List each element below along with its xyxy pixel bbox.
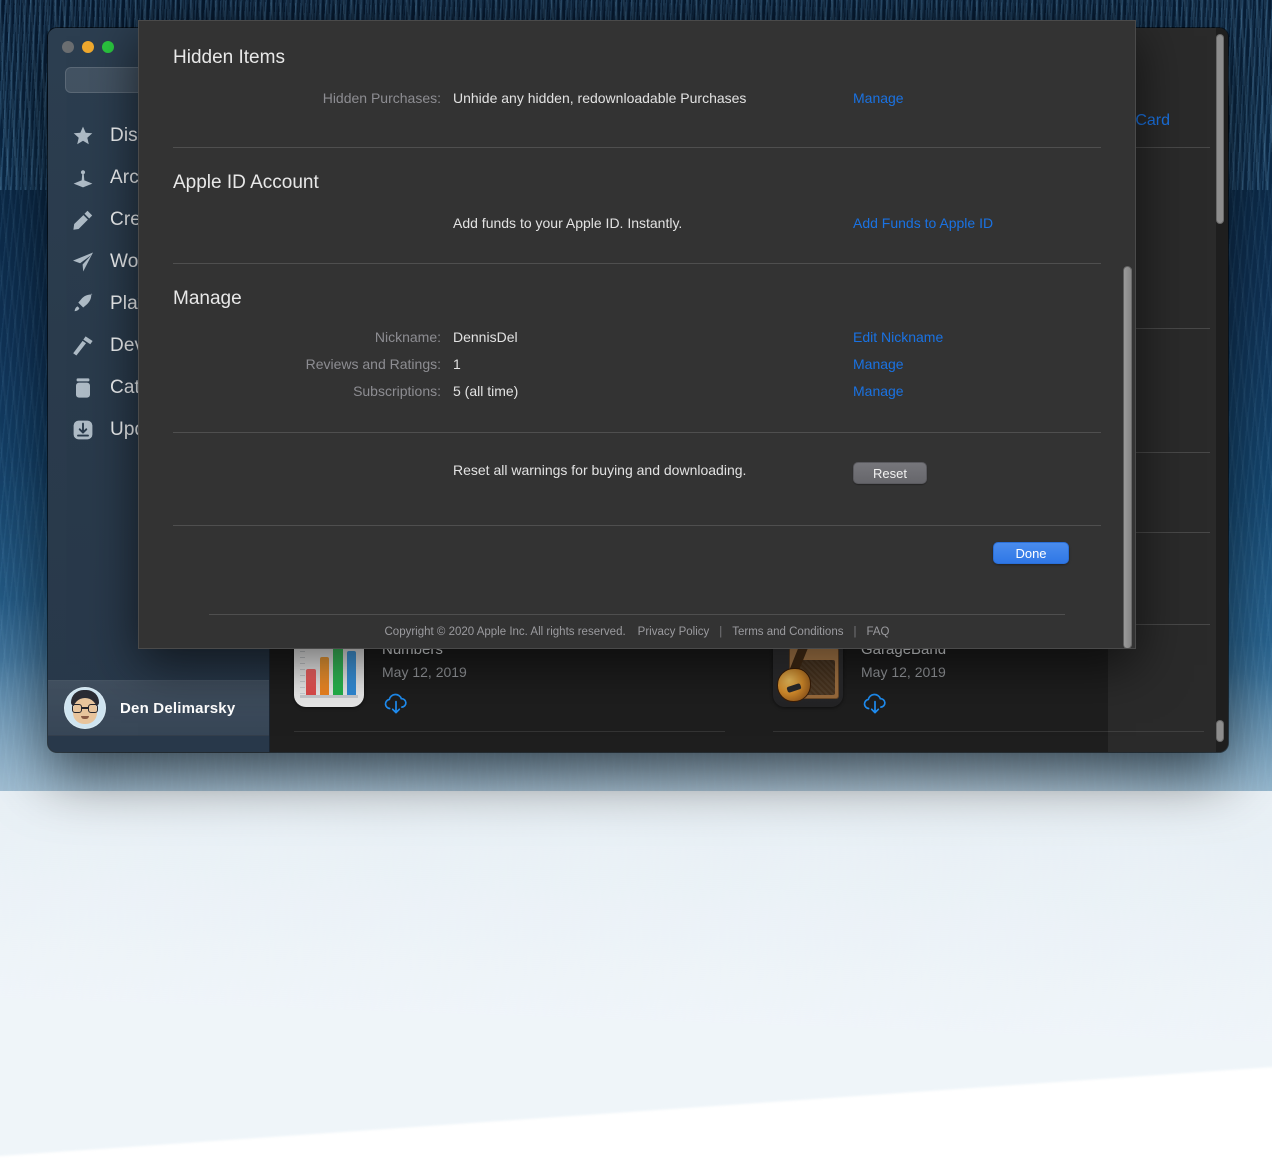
- section-apple-id-account: Apple ID Account Add funds to your Apple…: [173, 148, 1101, 264]
- row-label: Subscriptions:: [173, 383, 453, 399]
- jar-icon: [70, 375, 96, 401]
- account-settings-sheet: Hidden Items Hidden Purchases: Unhide an…: [138, 20, 1136, 649]
- row-value: Add funds to your Apple ID. Instantly.: [453, 215, 853, 231]
- divider: [773, 731, 1204, 732]
- zoom-button[interactable]: [102, 41, 114, 53]
- section-title: Manage: [173, 288, 1101, 310]
- sheet-footer: Copyright © 2020 Apple Inc. All rights r…: [173, 615, 1101, 638]
- sheet-content: Hidden Items Hidden Purchases: Unhide an…: [139, 21, 1135, 648]
- row-action: Add Funds to Apple ID: [853, 215, 1101, 233]
- purchase-date: May 12, 2019: [382, 664, 467, 680]
- faq-link[interactable]: FAQ: [866, 626, 889, 638]
- manage-reviews-link[interactable]: Manage: [853, 356, 904, 372]
- rocket-icon: [70, 291, 96, 317]
- section-title: Hidden Items: [173, 47, 1101, 69]
- section-hidden-items: Hidden Items Hidden Purchases: Unhide an…: [173, 21, 1101, 148]
- footer-divider: |: [709, 626, 732, 638]
- row-value: 1: [453, 356, 853, 372]
- row-value: DennisDel: [453, 329, 853, 345]
- close-button[interactable]: [62, 41, 74, 53]
- sheet-scrollbar[interactable]: [1120, 21, 1135, 648]
- footer-divider: |: [843, 626, 866, 638]
- avatar: [64, 687, 106, 729]
- minimize-button[interactable]: [82, 41, 94, 53]
- reset-button[interactable]: Reset: [853, 462, 927, 484]
- download-box-icon: [70, 417, 96, 443]
- arcade-icon: [70, 165, 96, 191]
- row-action: Manage: [853, 90, 1101, 108]
- section-reset: Reset all warnings for buying and downlo…: [173, 433, 1101, 526]
- row-action: Manage: [853, 383, 1101, 401]
- row-add-funds: Add funds to your Apple ID. Instantly. A…: [173, 215, 1101, 233]
- row-action: Edit Nickname: [853, 329, 1101, 347]
- section-title: Apple ID Account: [173, 172, 1101, 194]
- row-label: Hidden Purchases:: [173, 90, 453, 106]
- row-value: 5 (all time): [453, 383, 853, 399]
- row-reset-warnings: Reset all warnings for buying and downlo…: [173, 462, 1101, 484]
- partial-card-link[interactable]: Card: [1135, 112, 1170, 130]
- sidebar-account-row[interactable]: Den Delimarsky: [48, 680, 269, 736]
- scrollbar-thumb[interactable]: [1216, 34, 1224, 224]
- privacy-policy-link[interactable]: Privacy Policy: [638, 626, 710, 638]
- terms-and-conditions-link[interactable]: Terms and Conditions: [732, 626, 843, 638]
- download-cloud-icon[interactable]: [861, 692, 887, 714]
- purchase-date: May 12, 2019: [861, 664, 946, 680]
- row-action: Manage: [853, 356, 1101, 374]
- row-value: Reset all warnings for buying and downlo…: [453, 462, 853, 478]
- account-name: Den Delimarsky: [120, 700, 235, 717]
- manage-subscriptions-link[interactable]: Manage: [853, 383, 904, 399]
- download-cloud-icon[interactable]: [382, 692, 408, 714]
- divider: [294, 731, 725, 732]
- manage-hidden-purchases-link[interactable]: Manage: [853, 90, 904, 106]
- done-button[interactable]: Done: [993, 542, 1069, 564]
- copyright-text: Copyright © 2020 Apple Inc. All rights r…: [385, 626, 626, 638]
- row-hidden-purchases: Hidden Purchases: Unhide any hidden, red…: [173, 90, 1101, 108]
- add-funds-link[interactable]: Add Funds to Apple ID: [853, 215, 993, 231]
- row-action: Reset: [853, 462, 1101, 484]
- row-nickname: Nickname: DennisDel Edit Nickname: [173, 329, 1101, 347]
- row-value: Unhide any hidden, redownloadable Purcha…: [453, 90, 853, 106]
- row-label: Nickname:: [173, 329, 453, 345]
- window-scrollbar[interactable]: [1216, 34, 1224, 742]
- paper-plane-icon: [70, 249, 96, 275]
- row-label: Reviews and Ratings:: [173, 356, 453, 372]
- row-reviews-ratings: Reviews and Ratings: 1 Manage: [173, 356, 1101, 374]
- star-icon: [70, 123, 96, 149]
- edit-nickname-link[interactable]: Edit Nickname: [853, 329, 943, 345]
- section-manage: Manage Nickname: DennisDel Edit Nickname…: [173, 264, 1101, 433]
- scrollbar-thumb[interactable]: [1123, 266, 1132, 649]
- hammer-icon: [70, 333, 96, 359]
- row-subscriptions: Subscriptions: 5 (all time) Manage: [173, 383, 1101, 401]
- scrollbar-thumb[interactable]: [1216, 720, 1224, 742]
- create-icon: [70, 207, 96, 233]
- sheet-actions: Done: [173, 526, 1101, 564]
